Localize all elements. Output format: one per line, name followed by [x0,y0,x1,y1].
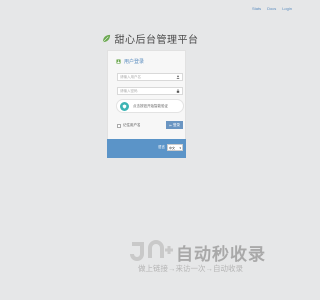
username-input[interactable] [120,75,174,79]
chevron-down-icon: ▾ [179,145,181,150]
remember-checkbox[interactable] [117,123,121,128]
language-switcher: 语言 中文 ▾ [158,144,183,151]
password-field[interactable] [117,87,183,95]
user-icon [176,75,180,79]
password-input[interactable] [120,89,174,93]
remember-label: 记住用户名 [123,123,141,127]
card-footer-bar: 语言 中文 ▾ [107,139,186,158]
top-link-stats[interactable]: Stats [252,6,261,11]
captcha-text: 点击按钮开始智能验证 [133,103,168,108]
page-title: 甜心后台管理平台 [114,35,199,46]
watermark-subtitle: 做上链接→来访一次→自动收录 [138,264,243,273]
remember-me[interactable]: 记住用户名 [117,123,141,128]
language-select[interactable]: 中文 ▾ [167,144,183,151]
smart-captcha[interactable]: 点击按钮开始智能验证 [116,99,184,113]
watermark-logo-icon [130,240,173,261]
watermark: 自动秒收录 做上链接→来访一次→自动收录 [128,236,283,276]
login-button[interactable]: 登录 [166,121,183,129]
login-button-label: 登录 [173,122,180,127]
watermark-title: 自动秒收录 [176,245,266,264]
top-link-docs[interactable]: Docs [267,6,276,11]
top-links: Stats Docs Login [252,6,292,11]
login-title: 用户登录 [124,59,145,65]
brand-header: 甜心后台管理平台 [0,31,300,46]
language-selected: 中文 [169,145,176,150]
user-login-icon [116,59,121,64]
login-card: 用户登录 点击按钮开始智能验证 记住用户名 登录 [107,50,186,142]
key-icon [169,124,172,127]
top-link-login[interactable]: Login [282,6,292,11]
language-label: 语言 [158,145,165,149]
captcha-shield-icon [120,101,129,111]
login-header: 用户登录 [116,58,144,65]
leaf-icon [102,34,111,43]
username-field[interactable] [117,73,183,81]
watermark-logo [128,238,174,262]
lock-icon [176,89,180,93]
